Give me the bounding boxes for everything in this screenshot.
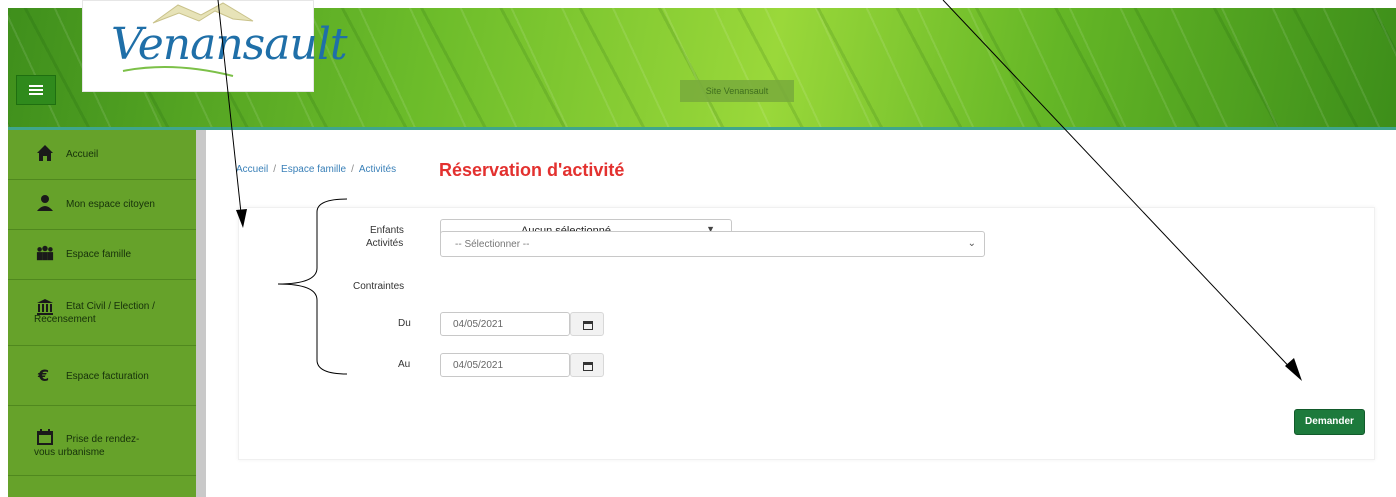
calendar-icon bbox=[583, 321, 593, 330]
calendar-icon bbox=[583, 362, 593, 371]
au-date-input[interactable]: 04/05/2021 bbox=[440, 353, 570, 377]
page: Venansault Site Venansault Accueil Mon e… bbox=[0, 0, 1396, 497]
au-calendar-button[interactable] bbox=[570, 353, 604, 377]
sidebar-item-accueil[interactable]: Accueil bbox=[8, 130, 196, 180]
hamburger-icon bbox=[29, 83, 43, 97]
home-icon bbox=[37, 145, 53, 161]
au-date-value: 04/05/2021 bbox=[453, 360, 504, 371]
chevron-down-icon: ⌄ bbox=[967, 238, 976, 249]
header-divider bbox=[8, 127, 1396, 130]
sidebar-item-rendez-vous-urbanisme[interactable]: Prise de rendez-vous urbanisme bbox=[8, 406, 196, 476]
activites-label: Activités bbox=[366, 238, 404, 249]
sidebar-item-label: Etat Civil / Election / Recensement bbox=[34, 301, 155, 325]
breadcrumb: Accueil / Espace famille / Activités bbox=[236, 164, 396, 175]
sidebar-item-label: Mon espace citoyen bbox=[66, 199, 155, 210]
breadcrumb-accueil-link[interactable]: Accueil bbox=[236, 164, 268, 175]
activites-select-value: -- Sélectionner -- bbox=[455, 239, 530, 250]
demander-button[interactable]: Demander bbox=[1294, 409, 1365, 435]
breadcrumb-espace-famille-link[interactable]: Espace famille bbox=[281, 164, 346, 175]
du-calendar-button[interactable] bbox=[570, 312, 604, 336]
sidebar-item-espace-facturation[interactable]: € Espace facturation bbox=[8, 346, 196, 406]
sidebar-scrollbar[interactable] bbox=[196, 130, 206, 497]
sidebar-item-etat-civil[interactable]: Etat Civil / Election / Recensement bbox=[8, 280, 196, 346]
svg-text:€: € bbox=[37, 366, 49, 384]
site-logo[interactable]: Venansault bbox=[82, 0, 348, 92]
au-label: Au bbox=[398, 359, 411, 370]
breadcrumb-separator: / bbox=[351, 164, 354, 175]
du-label: Du bbox=[398, 318, 411, 329]
du-date-input[interactable]: 04/05/2021 bbox=[440, 312, 570, 336]
breadcrumb-separator: / bbox=[273, 164, 277, 175]
sidebar-item-espace-famille[interactable]: Espace famille bbox=[8, 230, 196, 280]
sidebar-item-mon-espace-citoyen[interactable]: Mon espace citoyen bbox=[8, 180, 196, 230]
page-title: Réservation d'activité bbox=[439, 160, 625, 180]
sidebar: Accueil Mon espace citoyen Espace famill… bbox=[8, 130, 196, 497]
euro-icon: € bbox=[37, 366, 49, 384]
sidebar-item-label: Espace facturation bbox=[66, 371, 149, 382]
activites-select[interactable]: -- Sélectionner -- ⌄ bbox=[440, 231, 985, 257]
family-icon bbox=[36, 245, 54, 261]
breadcrumb-activites-link[interactable]: Activités bbox=[359, 164, 396, 175]
sidebar-item-label: Accueil bbox=[66, 149, 99, 160]
sidebar-item-label: Espace famille bbox=[66, 249, 132, 260]
menu-toggle-button[interactable] bbox=[16, 75, 56, 105]
du-date-value: 04/05/2021 bbox=[453, 319, 504, 330]
enfants-label: Enfants bbox=[370, 225, 404, 236]
sidebar-item-label: Prise de rendez-vous urbanisme bbox=[34, 434, 140, 458]
user-icon bbox=[37, 195, 53, 211]
site-badge: Site Venansault bbox=[680, 80, 794, 102]
logo-wordmark: Venansault bbox=[111, 19, 348, 70]
contraintes-label: Contraintes bbox=[353, 281, 405, 292]
